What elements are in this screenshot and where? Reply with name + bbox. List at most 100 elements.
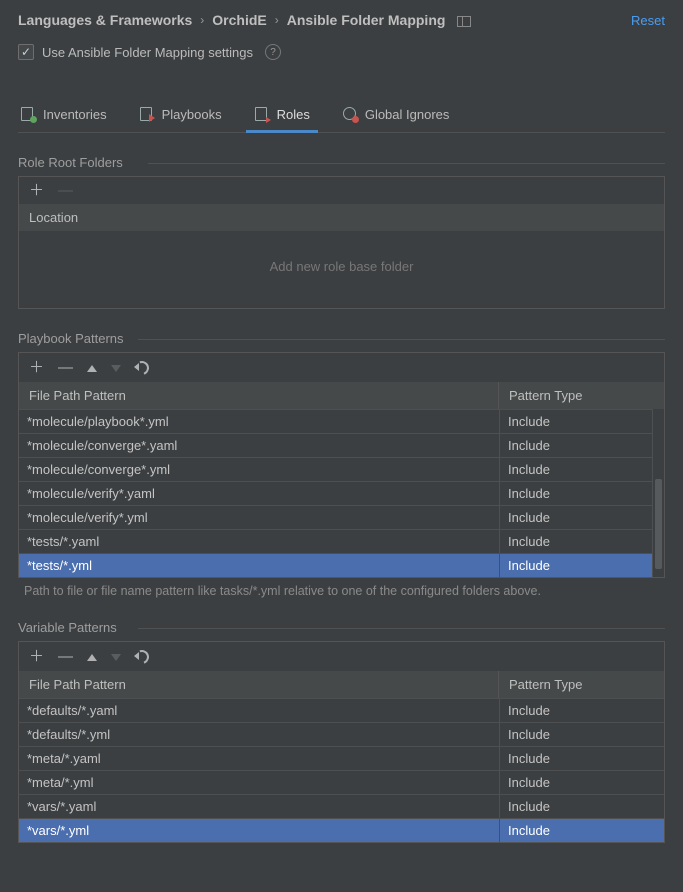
column-pattern-type: Pattern Type: [499, 671, 664, 698]
add-button[interactable]: ＋: [29, 649, 44, 664]
cell-path: *molecule/converge*.yaml: [19, 434, 499, 457]
cell-path: *tests/*.yml: [19, 554, 499, 577]
tab-label: Inventories: [43, 107, 107, 122]
revert-button[interactable]: [135, 359, 149, 376]
help-icon[interactable]: ?: [265, 44, 281, 60]
undo-icon: [135, 359, 149, 373]
cell-path: *defaults/*.yaml: [19, 699, 499, 722]
variable-patterns-title: Variable Patterns: [18, 620, 665, 635]
cell-type: Include: [499, 482, 664, 505]
role-root-header: Location: [19, 204, 664, 231]
cell-path: *molecule/verify*.yaml: [19, 482, 499, 505]
cell-path: *molecule/verify*.yml: [19, 506, 499, 529]
tabs: Inventories Playbooks Roles Global Ignor…: [18, 98, 665, 133]
variable-toolbar: ＋ —: [19, 642, 664, 671]
role-root-title: Role Root Folders: [18, 155, 665, 170]
cell-type: Include: [499, 819, 664, 842]
tab-label: Global Ignores: [365, 107, 450, 122]
column-file-path: File Path Pattern: [19, 382, 499, 409]
remove-button[interactable]: —: [58, 360, 73, 375]
role-root-panel: ＋ — Location Add new role base folder: [18, 176, 665, 309]
cell-path: *defaults/*.yml: [19, 723, 499, 746]
role-root-placeholder[interactable]: Add new role base folder: [19, 231, 664, 308]
tab-playbooks[interactable]: Playbooks: [137, 98, 224, 132]
column-location: Location: [19, 204, 664, 231]
cell-path: *molecule/converge*.yml: [19, 458, 499, 481]
global-ignores-icon: [342, 106, 358, 122]
cell-type: Include: [499, 530, 664, 553]
move-down-button[interactable]: [111, 649, 121, 664]
table-row[interactable]: *defaults/*.ymlInclude: [19, 722, 664, 746]
playbook-hint: Path to file or file name pattern like t…: [18, 584, 665, 598]
playbook-toolbar: ＋ —: [19, 353, 664, 382]
tab-inventories[interactable]: Inventories: [18, 98, 109, 132]
table-row[interactable]: *vars/*.yamlInclude: [19, 794, 664, 818]
playbook-patterns-title: Playbook Patterns: [18, 331, 665, 346]
table-row[interactable]: *molecule/converge*.yamlInclude: [19, 433, 664, 457]
add-button[interactable]: ＋: [29, 183, 44, 198]
variable-rows: *defaults/*.yamlInclude*defaults/*.ymlIn…: [19, 698, 664, 842]
move-down-button[interactable]: [111, 360, 121, 375]
cell-type: Include: [499, 554, 664, 577]
tab-label: Roles: [277, 107, 310, 122]
use-mapping-row: ✓ Use Ansible Folder Mapping settings ?: [18, 38, 665, 80]
breadcrumb-seg-mapping[interactable]: Ansible Folder Mapping: [287, 12, 446, 28]
tab-label: Playbooks: [162, 107, 222, 122]
variable-patterns-panel: ＋ — File Path Pattern Pattern Type *defa…: [18, 641, 665, 843]
table-row[interactable]: *molecule/converge*.ymlInclude: [19, 457, 664, 481]
cell-type: Include: [499, 434, 664, 457]
table-row[interactable]: *molecule/verify*.ymlInclude: [19, 505, 664, 529]
table-row[interactable]: *molecule/playbook*.ymlInclude: [19, 409, 664, 433]
move-up-button[interactable]: [87, 649, 97, 664]
remove-button[interactable]: —: [58, 183, 73, 198]
tab-global-ignores[interactable]: Global Ignores: [340, 98, 452, 132]
add-button[interactable]: ＋: [29, 360, 44, 375]
table-row[interactable]: *defaults/*.yamlInclude: [19, 698, 664, 722]
playbook-patterns-panel: ＋ — File Path Pattern Pattern Type *mole…: [18, 352, 665, 578]
table-row[interactable]: *vars/*.ymlInclude: [19, 818, 664, 842]
revert-button[interactable]: [135, 648, 149, 665]
table-row[interactable]: *meta/*.yamlInclude: [19, 746, 664, 770]
cell-path: *tests/*.yaml: [19, 530, 499, 553]
cell-path: *meta/*.yaml: [19, 747, 499, 770]
cell-type: Include: [499, 771, 664, 794]
role-root-toolbar: ＋ —: [19, 177, 664, 204]
variable-header: File Path Pattern Pattern Type: [19, 671, 664, 698]
playbook-rows: *molecule/playbook*.ymlInclude*molecule/…: [19, 409, 664, 577]
undo-icon: [135, 648, 149, 662]
playbooks-icon: [139, 106, 155, 122]
roles-icon: [254, 106, 270, 122]
use-mapping-label: Use Ansible Folder Mapping settings: [42, 45, 253, 60]
table-row[interactable]: *tests/*.ymlInclude: [19, 553, 664, 577]
scrollbar[interactable]: [652, 409, 664, 577]
cell-type: Include: [499, 747, 664, 770]
cell-path: *meta/*.yml: [19, 771, 499, 794]
breadcrumb-seg-languages[interactable]: Languages & Frameworks: [18, 12, 192, 28]
reset-link[interactable]: Reset: [631, 13, 665, 28]
cell-type: Include: [499, 723, 664, 746]
chevron-right-icon: ›: [200, 13, 204, 27]
table-row[interactable]: *tests/*.yamlInclude: [19, 529, 664, 553]
cell-type: Include: [499, 458, 664, 481]
cell-path: *vars/*.yml: [19, 819, 499, 842]
move-up-button[interactable]: [87, 360, 97, 375]
expand-layout-icon[interactable]: [457, 16, 471, 27]
cell-type: Include: [499, 410, 664, 433]
use-mapping-checkbox[interactable]: ✓: [18, 44, 34, 60]
column-pattern-type: Pattern Type: [499, 382, 664, 409]
cell-path: *molecule/playbook*.yml: [19, 410, 499, 433]
cell-type: Include: [499, 506, 664, 529]
chevron-right-icon: ›: [275, 13, 279, 27]
cell-type: Include: [499, 795, 664, 818]
cell-path: *vars/*.yaml: [19, 795, 499, 818]
table-row[interactable]: *meta/*.ymlInclude: [19, 770, 664, 794]
tab-roles[interactable]: Roles: [252, 98, 312, 132]
inventories-icon: [20, 106, 36, 122]
remove-button[interactable]: —: [58, 649, 73, 664]
breadcrumb: Languages & Frameworks › OrchidE › Ansib…: [18, 0, 665, 38]
scrollbar-thumb[interactable]: [655, 479, 662, 569]
table-row[interactable]: *molecule/verify*.yamlInclude: [19, 481, 664, 505]
cell-type: Include: [499, 699, 664, 722]
playbook-header: File Path Pattern Pattern Type: [19, 382, 664, 409]
breadcrumb-seg-orchide[interactable]: OrchidE: [212, 12, 266, 28]
